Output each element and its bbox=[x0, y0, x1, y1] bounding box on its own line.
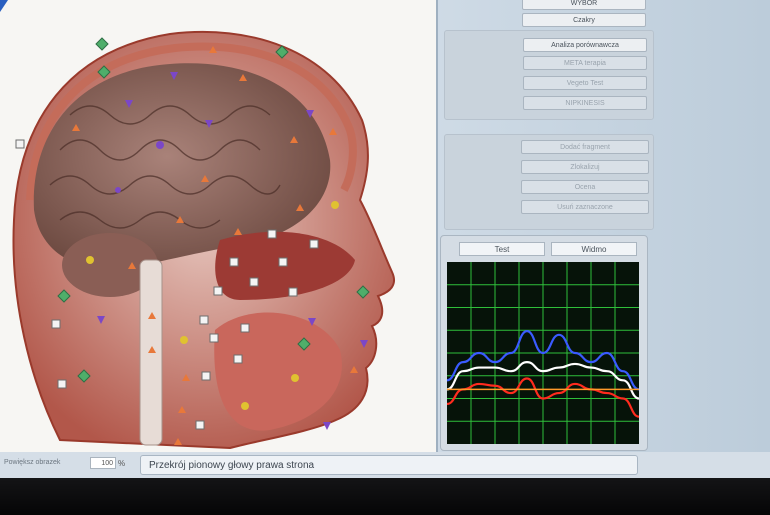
chakras-button[interactable]: Czakry bbox=[522, 13, 646, 27]
comparative-analysis-button[interactable]: Analiza porównawcza bbox=[523, 38, 647, 52]
analysis-group: Analiza porównawcza META terapia Vegeto … bbox=[444, 30, 654, 120]
locate-button[interactable]: Zlokalizuj bbox=[521, 160, 649, 174]
zoom-input[interactable]: 100 bbox=[90, 457, 116, 469]
zoom-label: Powiększ obrazek bbox=[4, 459, 61, 466]
screen: WYBÓR Czakry Analiza porównawcza META te… bbox=[0, 0, 770, 490]
anatomy-image-panel[interactable] bbox=[0, 0, 438, 452]
meta-therapy-button[interactable]: META terapia bbox=[523, 56, 647, 70]
fragment-group: Dodać fragment Zlokalizuj Ocena Usuń zaz… bbox=[444, 134, 654, 230]
spectrum-panel: Test Widmo bbox=[440, 235, 648, 451]
spectrum-chart bbox=[447, 262, 639, 444]
head-section-image[interactable] bbox=[0, 0, 436, 452]
nipkinesis-button[interactable]: NIPKINESIS bbox=[523, 96, 647, 110]
tab-test[interactable]: Test bbox=[459, 242, 545, 256]
tab-spectrum[interactable]: Widmo bbox=[551, 242, 637, 256]
rate-button[interactable]: Ocena bbox=[521, 180, 649, 194]
select-button[interactable]: WYBÓR bbox=[522, 0, 646, 10]
image-description-field[interactable]: Przekrój pionowy głowy prawa strona bbox=[140, 455, 638, 475]
cursor-icon bbox=[0, 0, 8, 12]
monitor-bezel bbox=[0, 478, 770, 515]
zoom-unit-label: % bbox=[118, 459, 126, 468]
add-fragment-button[interactable]: Dodać fragment bbox=[521, 140, 649, 154]
vegeto-test-button[interactable]: Vegeto Test bbox=[523, 76, 647, 90]
delete-selected-button[interactable]: Usuń zaznaczone bbox=[521, 200, 649, 214]
